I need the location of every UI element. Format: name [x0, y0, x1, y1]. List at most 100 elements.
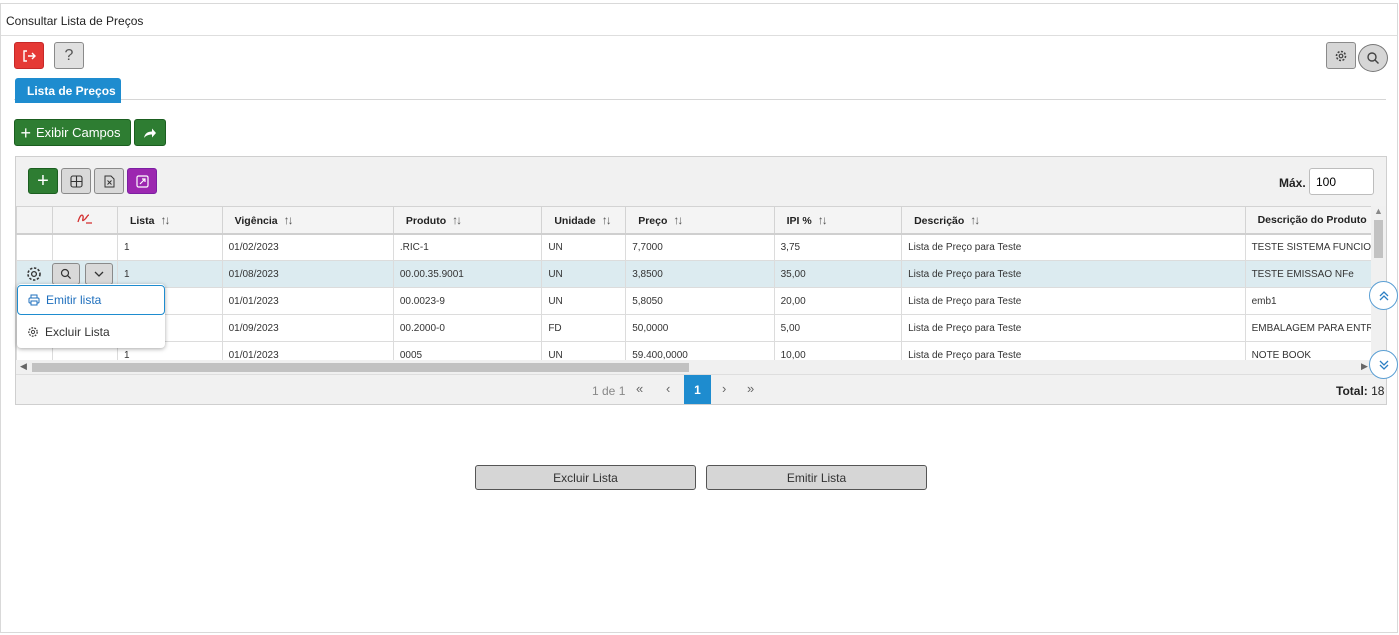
last-page-button[interactable]: » [747, 381, 754, 396]
menu-item-excluir-lista[interactable]: Excluir Lista [17, 317, 165, 347]
row-search-button[interactable] [52, 263, 80, 285]
emit-list-button[interactable]: Emitir Lista [706, 465, 927, 490]
cell-produto: 0005 [392, 341, 543, 360]
double-chevron-down-icon [1379, 360, 1388, 370]
plus-icon: + [20, 122, 31, 143]
max-input[interactable] [1309, 168, 1374, 195]
row-context-menu: Emitir lista Excluir Lista [17, 284, 165, 348]
column-header-signature [51, 206, 118, 235]
delete-list-button[interactable]: Excluir Lista [475, 465, 696, 490]
pagination-bar: 1 de 1 « ‹ 1 › » Total: 18 [16, 374, 1386, 404]
cell-descricao-produto: TESTE SISTEMA FUNCIONA [1244, 233, 1386, 261]
search-icon [60, 268, 72, 280]
column-header-unidade[interactable]: Unidade ↑↓ [541, 206, 627, 235]
page-info: 1 de 1 [592, 384, 626, 398]
show-fields-button[interactable]: + Exibir Campos [14, 119, 131, 146]
column-header-descricao-produto[interactable]: Descrição do Produto [1244, 206, 1386, 235]
menu-item-emitir-lista[interactable]: Emitir lista [17, 285, 165, 315]
vertical-scroll-thumb[interactable] [1374, 220, 1383, 258]
prev-page-button[interactable]: ‹ [666, 381, 670, 396]
scroll-up-arrow-icon[interactable]: ▲ [1374, 206, 1383, 216]
scroll-right-arrow-icon[interactable]: ▶ [1361, 361, 1368, 372]
excel-icon [104, 175, 114, 187]
cell-descricao-produto: TESTE EMISSAO NFe [1244, 260, 1386, 288]
search-icon [1367, 52, 1379, 64]
exit-button[interactable] [14, 42, 44, 69]
cell-unidade: UN [541, 233, 627, 261]
cell-ipi: 5,00 [773, 314, 903, 342]
cell-unidade: UN [541, 260, 627, 288]
share-button[interactable] [134, 119, 166, 146]
settings-button[interactable] [1326, 42, 1356, 69]
cell-descricao: Lista de Preço para Teste [901, 233, 1246, 261]
cell-ipi: 10,00 [773, 341, 903, 360]
help-button[interactable]: ? [54, 42, 84, 69]
cell-descricao: Lista de Preço para Teste [901, 341, 1246, 360]
cell-preco: 5,8050 [625, 287, 775, 315]
horizontal-scroll-thumb[interactable] [32, 363, 689, 372]
column-header-ipi[interactable]: IPI % ↑↓ [773, 206, 903, 235]
double-chevron-up-icon [1379, 290, 1388, 300]
column-header-produto[interactable]: Produto ↑↓ [392, 206, 543, 235]
gear-icon[interactable] [25, 265, 43, 283]
column-header-lista[interactable]: Lista ↑↓ [116, 206, 223, 235]
cell-ipi: 3,75 [773, 233, 903, 261]
cell-vigencia: 01/01/2023 [221, 341, 394, 360]
cell-vigencia: 01/09/2023 [221, 314, 394, 342]
cell-unidade: UN [541, 341, 627, 360]
cell-vigencia: 01/02/2023 [221, 233, 394, 261]
current-page-button[interactable]: 1 [684, 375, 711, 404]
cell-descricao-produto: EMBALAGEM PARA ENTRE [1244, 314, 1386, 342]
add-row-button[interactable]: + [28, 168, 58, 194]
total-count: Total: 18 [1336, 384, 1385, 398]
table-row[interactable]: 1 01/02/2023 .RIC-1 UN 7,7000 3,75 Lista… [16, 233, 1386, 261]
table-row-selected[interactable]: 1 01/08/2023 00.00.35.9001 UN 3,8500 35,… [16, 260, 1386, 288]
cell-unidade: UN [541, 287, 627, 315]
cell-produto: 00.2000-0 [392, 314, 543, 342]
grid-icon [69, 174, 83, 188]
cell-vigencia: 01/01/2023 [221, 287, 394, 315]
next-page-button[interactable]: › [722, 381, 726, 396]
printer-icon [28, 294, 40, 306]
share-arrow-icon [144, 128, 156, 138]
scroll-top-button[interactable] [1369, 281, 1398, 310]
chevron-down-icon [94, 271, 104, 277]
scroll-left-arrow-icon[interactable]: ◀ [20, 361, 27, 372]
column-header-preco[interactable]: Preço ↑↓ [625, 206, 775, 235]
cell-lista: 1 [116, 233, 223, 261]
tab-lista-de-precos[interactable]: Lista de Preços [15, 78, 121, 103]
column-header-descricao[interactable]: Descrição ↑↓ [901, 206, 1246, 235]
plus-icon: + [37, 169, 49, 192]
expand-icon [135, 174, 149, 188]
columns-button[interactable] [61, 168, 91, 194]
data-table-viewport: Lista ↑↓ Vigência ↑↓ Produto ↑↓ Unidade ↑↓ P… [16, 206, 1386, 360]
row-menu-toggle-button[interactable] [85, 263, 113, 285]
horizontal-scrollbar[interactable]: ◀ ▶ [16, 360, 1386, 374]
table-row[interactable]: 01/01/2023 00.0023-9 UN 5,8050 20,00 Lis… [16, 287, 1386, 315]
column-header-actions [16, 206, 53, 235]
cell-descricao-produto: emb1 [1244, 287, 1386, 315]
show-fields-label: Exibir Campos [35, 125, 121, 140]
cell-preco: 50,0000 [625, 314, 775, 342]
scroll-bottom-button[interactable] [1369, 350, 1398, 379]
cell-descricao: Lista de Preço para Teste [901, 287, 1246, 315]
page-title: Consultar Lista de Preços [1, 4, 1397, 36]
cell-vigencia: 01/08/2023 [221, 260, 394, 288]
tab-strip-divider [14, 99, 1386, 100]
cell-preco: 3,8500 [625, 260, 775, 288]
cell-unidade: FD [541, 314, 627, 342]
cell-preco: 7,7000 [625, 233, 775, 261]
question-icon: ? [64, 46, 74, 64]
first-page-button[interactable]: « [636, 381, 643, 396]
column-header-vigencia[interactable]: Vigência ↑↓ [221, 206, 394, 235]
cell-produto: 00.0023-9 [392, 287, 543, 315]
export-excel-button[interactable] [94, 168, 124, 194]
cell-descricao-produto: NOTE BOOK [1244, 341, 1386, 360]
table-row[interactable]: 01/09/2023 00.2000-0 FD 50,0000 5,00 Lis… [16, 314, 1386, 342]
expand-button[interactable] [127, 168, 157, 194]
table-row[interactable]: 1 01/01/2023 0005 UN 59.400,0000 10,00 L… [16, 341, 1386, 360]
search-button[interactable] [1358, 44, 1388, 72]
exit-icon [23, 49, 36, 62]
cell-ipi: 35,00 [773, 260, 903, 288]
cell-produto: .RIC-1 [392, 233, 543, 261]
